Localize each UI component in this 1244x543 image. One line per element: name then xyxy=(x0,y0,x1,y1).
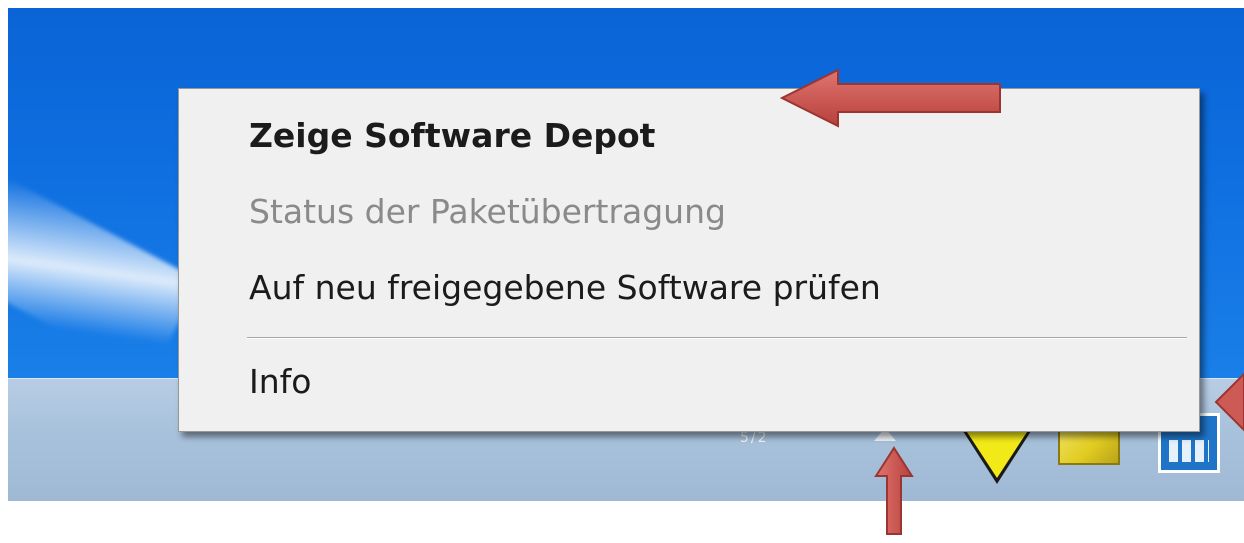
callout-arrow-right-edge-icon xyxy=(1214,372,1244,432)
callout-arrow-up-icon xyxy=(874,446,914,535)
menu-item-check-new-software[interactable]: Auf neu freigegebene Software prüfen xyxy=(181,257,1195,319)
tray-clock: 5/2 xyxy=(740,430,769,446)
wallpaper-streak xyxy=(8,177,201,379)
callout-arrow-left-icon xyxy=(779,68,1001,128)
tray-context-menu: Zeige Software Depot Status der Paketübe… xyxy=(178,88,1200,432)
warning-icon-fill xyxy=(967,432,1027,478)
menu-item-info[interactable]: Info xyxy=(181,351,1195,413)
menu-item-show-software-depot[interactable]: Zeige Software Depot xyxy=(181,105,1195,167)
warning-icon[interactable] xyxy=(961,428,1033,484)
menu-item-package-transfer-status: Status der Paketübertragung xyxy=(249,192,726,231)
screenshot-stage: 5/2 Zeige Software Depot Status der Pake… xyxy=(0,0,1244,543)
menu-separator xyxy=(247,337,1187,339)
desktop-screenshot: 5/2 Zeige Software Depot Status der Pake… xyxy=(8,8,1244,501)
